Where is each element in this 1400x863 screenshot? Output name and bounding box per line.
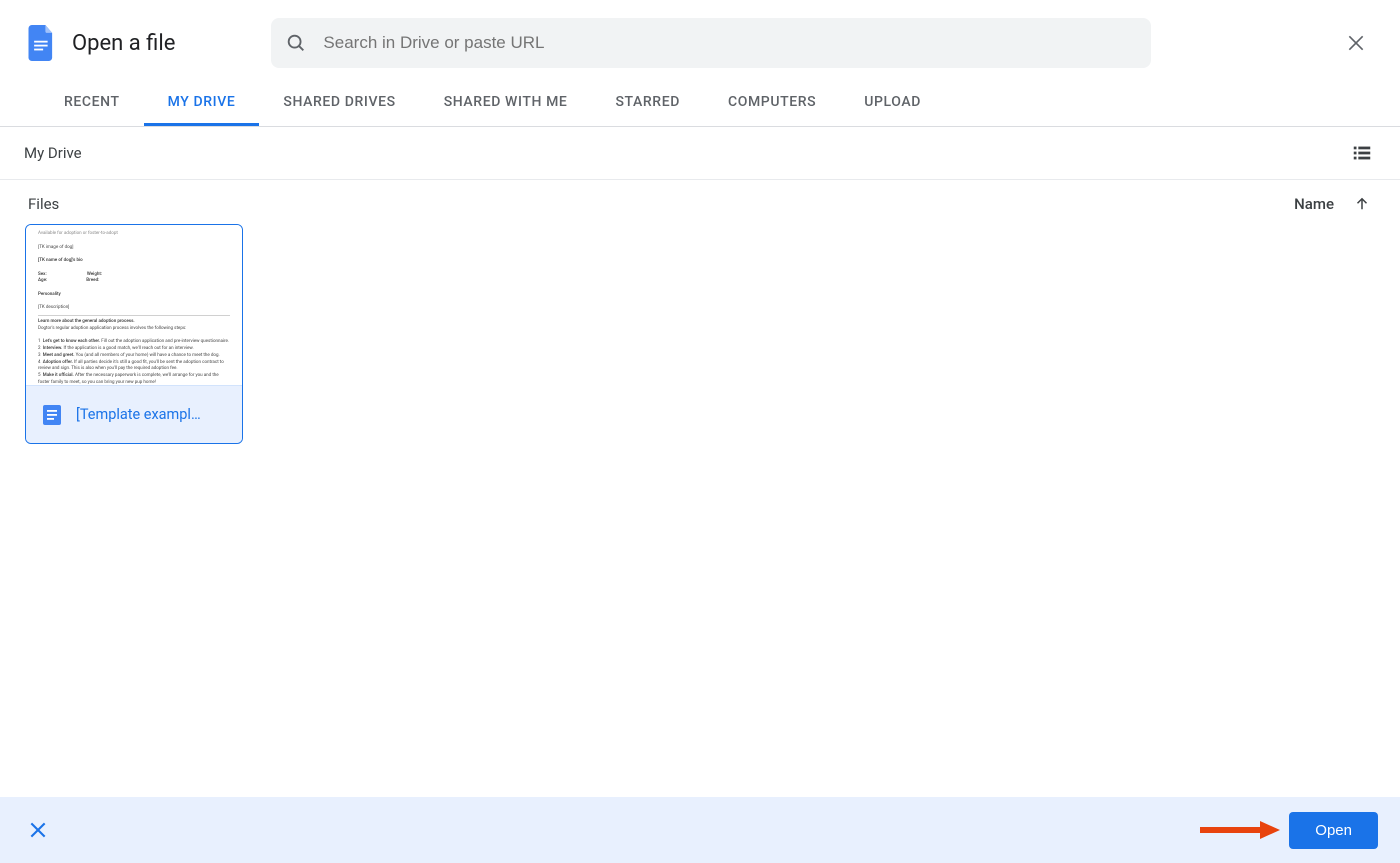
file-card[interactable]: Available for adoption or foster-to-adop… (25, 224, 243, 444)
search-box[interactable] (271, 18, 1151, 68)
sort-direction-button[interactable] (1352, 194, 1372, 214)
search-icon (285, 32, 307, 54)
file-grid: Available for adoption or foster-to-adop… (0, 220, 1400, 448)
clear-selection-button[interactable] (22, 814, 54, 846)
list-view-icon (1351, 142, 1373, 164)
tab-computers[interactable]: COMPUTERS (704, 80, 840, 126)
dialog-title: Open a file (72, 31, 175, 56)
breadcrumb[interactable]: My Drive (24, 144, 82, 162)
file-thumbnail: Available for adoption or foster-to-adop… (26, 225, 242, 385)
tab-upload[interactable]: UPLOAD (840, 80, 945, 126)
arrow-up-icon (1353, 195, 1371, 213)
close-icon (28, 820, 48, 840)
close-icon (1346, 33, 1366, 53)
view-toggle-button[interactable] (1348, 139, 1376, 167)
tab-starred[interactable]: STARRED (591, 80, 704, 126)
tab-recent[interactable]: RECENT (40, 80, 144, 126)
tabs-bar: RECENTMY DRIVESHARED DRIVESSHARED WITH M… (0, 80, 1400, 127)
open-button[interactable]: Open (1289, 812, 1378, 849)
files-section-label: Files (28, 195, 59, 213)
close-dialog-button[interactable] (1336, 23, 1376, 63)
search-input[interactable] (321, 32, 1137, 54)
tab-my-drive[interactable]: MY DRIVE (144, 80, 260, 126)
tab-shared-drives[interactable]: SHARED DRIVES (259, 80, 419, 126)
tab-shared-with-me[interactable]: SHARED WITH ME (420, 80, 592, 126)
google-doc-icon (40, 403, 64, 427)
file-name: [Template exampl… (76, 406, 201, 423)
sort-column[interactable]: Name (1294, 195, 1334, 213)
footer-bar: Open (0, 797, 1400, 863)
google-docs-icon (28, 25, 56, 61)
